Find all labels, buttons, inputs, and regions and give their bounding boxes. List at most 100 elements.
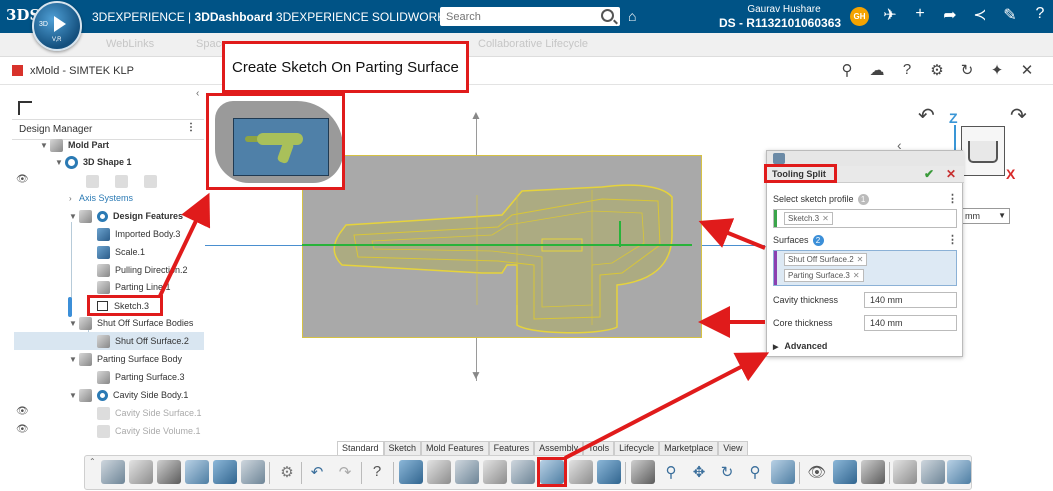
surface-chip[interactable]: Shut Off Surface.2 ✕ [784, 253, 868, 266]
shut-off-icon[interactable] [483, 460, 507, 484]
mold-part-outline[interactable] [302, 155, 702, 338]
tab-marketplace[interactable]: Marketplace [659, 441, 719, 455]
close-icon[interactable]: ✕ [1012, 61, 1042, 79]
app-context-label[interactable]: 3DEXPERIENCE SOLIDWORKS [276, 10, 453, 24]
caret-down-icon[interactable]: ▼ [40, 141, 50, 150]
surfaces-field[interactable]: Shut Off Surface.2 ✕ Parting Surface.3 ✕ [773, 250, 957, 286]
plane-zx-icon[interactable] [144, 174, 157, 188]
search-input[interactable] [440, 7, 590, 26]
add-icon[interactable]: + [905, 5, 935, 25]
parting-line-icon[interactable] [455, 460, 479, 484]
caret-down-icon[interactable]: ▼ [69, 355, 79, 364]
tab-view[interactable]: View [718, 441, 748, 455]
advanced-section[interactable]: ▶ Advanced [773, 341, 827, 351]
more-options-icon[interactable]: ⋮ [947, 192, 958, 205]
help-icon[interactable]: ? [1025, 5, 1053, 25]
tree-icon[interactable] [18, 101, 32, 115]
tree-item-mold-part[interactable]: ▼ Mold Part [40, 136, 109, 154]
rotate-icon[interactable]: ↻ [715, 463, 739, 481]
hidden-eye-icon[interactable]: 👁 [16, 174, 29, 185]
core-cavity-icon[interactable] [569, 460, 593, 484]
search-box[interactable] [440, 7, 620, 26]
tree-item-axis-systems[interactable]: › Axis Systems [69, 189, 133, 207]
tab-mold-features[interactable]: Mold Features [421, 441, 489, 455]
rotate-left-icon[interactable]: ↶ [918, 103, 935, 128]
tree-item-parting-surface[interactable]: Parting Surface.3 [97, 368, 185, 386]
user-role[interactable]: DS - R1132101060363 [710, 16, 850, 30]
mold-base-icon[interactable] [597, 460, 621, 484]
tree-item-design-features[interactable]: ▼ Design Features [69, 207, 183, 225]
draft-analysis-icon[interactable] [631, 460, 655, 484]
gear-icon[interactable]: ⚙ [275, 463, 299, 481]
help-icon[interactable]: ? [365, 463, 389, 480]
caret-down-icon[interactable]: ▼ [69, 391, 79, 400]
tab-features[interactable]: Features [488, 441, 535, 455]
tools-icon[interactable]: ✎ [995, 5, 1025, 25]
view-cube-icon[interactable] [771, 460, 795, 484]
tree-item-parting-line[interactable]: Parting Line.1 [97, 278, 171, 296]
tag-icon[interactable]: ⌂ [628, 8, 636, 24]
pin-icon[interactable]: ✦ [982, 61, 1012, 79]
undo-icon[interactable]: ↶ [305, 463, 329, 481]
sync-icon[interactable] [213, 460, 237, 484]
tab-tools[interactable]: Tools [583, 441, 615, 455]
body-icon[interactable] [399, 460, 423, 484]
zoom-icon[interactable]: ⚲ [832, 61, 862, 79]
cavity-thickness-input[interactable]: 140 mm [864, 292, 957, 308]
tab-weblinks[interactable]: WebLinks [106, 38, 154, 50]
share-icon[interactable]: ➦ [935, 5, 965, 25]
tab-assembly[interactable]: Assembly [534, 441, 584, 455]
new-part-icon[interactable] [101, 460, 125, 484]
hidden-eye-icon[interactable]: 👁 [16, 424, 29, 435]
redo-icon[interactable]: ↷ [333, 463, 357, 481]
tree-item-parting-surface-body[interactable]: ▼ Parting Surface Body [69, 350, 182, 368]
caret-down-icon[interactable]: ▼ [69, 319, 79, 328]
pulling-direction-icon[interactable] [427, 460, 451, 484]
material-icon[interactable] [833, 460, 857, 484]
surface-chip[interactable]: Parting Surface.3 ✕ [784, 269, 864, 282]
tree-item-cavity-side-body[interactable]: ▼ Cavity Side Body.1 [69, 386, 188, 404]
tab-lifecycle[interactable]: Lifecycle [614, 441, 660, 455]
view-cube[interactable] [961, 126, 1005, 176]
user-name[interactable]: Gaurav Hushare [724, 4, 844, 15]
rotate-right-icon[interactable]: ↷ [1010, 103, 1027, 128]
tab-standard[interactable]: Standard [337, 441, 384, 455]
refresh-icon[interactable]: ↻ [952, 61, 982, 79]
cloud-icon[interactable]: ☁ [862, 61, 892, 79]
section-icon[interactable] [893, 460, 917, 484]
tree-item-cavity-side-surface[interactable]: Cavity Side Surface.1 [97, 404, 202, 422]
tree-item-3d-shape[interactable]: ▼ 3D Shape 1 [55, 153, 132, 171]
remove-icon[interactable]: ✕ [822, 214, 829, 223]
measure-icon[interactable]: ⚲ [659, 463, 683, 481]
caret-right-icon[interactable]: › [69, 194, 79, 203]
remove-icon[interactable]: ✕ [853, 271, 860, 280]
collapse-panel-icon[interactable]: ‹ [196, 88, 199, 99]
profile-chip[interactable]: Sketch.3 ✕ [784, 212, 833, 225]
hidden-eye-icon[interactable]: 👁 [16, 406, 29, 417]
core-thickness-input[interactable]: 140 mm [864, 315, 957, 331]
tree-item-pulling-direction[interactable]: Pulling Direction.2 [97, 261, 188, 279]
appearance-icon[interactable] [861, 460, 885, 484]
visibility-icon[interactable]: 👁 [805, 463, 829, 481]
plane-xy-icon[interactable] [86, 174, 99, 188]
avatar[interactable]: GH [850, 7, 869, 26]
tree-item-scale[interactable]: Scale.1 [97, 243, 145, 261]
chevron-up-icon[interactable]: ⌃ [89, 457, 96, 466]
parting-surface-icon[interactable] [511, 460, 535, 484]
more-options-icon[interactable]: ⋮ [947, 233, 958, 246]
save-icon[interactable] [157, 460, 181, 484]
more-options-icon[interactable]: ⋮ [186, 122, 196, 133]
help-icon[interactable]: ? [892, 61, 922, 79]
properties-icon[interactable] [241, 460, 265, 484]
tree-item-imported-body[interactable]: Imported Body.3 [97, 225, 180, 243]
tree-item-sketch[interactable]: Sketch.3 [87, 295, 163, 316]
remove-icon[interactable]: ✕ [857, 255, 864, 264]
save-as-icon[interactable] [185, 460, 209, 484]
compass-widget[interactable]: 3D V,R [32, 1, 82, 51]
sketch-profile-field[interactable]: Sketch.3 ✕ [773, 209, 957, 228]
cancel-x-icon[interactable]: ✕ [946, 167, 956, 181]
tab-sketch[interactable]: Sketch [383, 441, 422, 455]
search-icon[interactable] [601, 9, 614, 22]
capture-icon[interactable] [921, 460, 945, 484]
zoom-icon[interactable]: ⚲ [743, 463, 767, 481]
